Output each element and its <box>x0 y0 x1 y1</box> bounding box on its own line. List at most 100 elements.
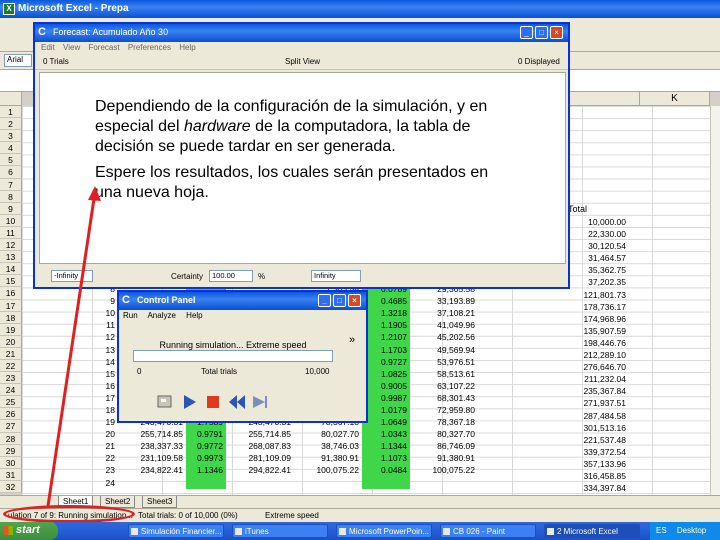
table-cell[interactable]: 255,714.85 <box>226 428 294 440</box>
certainty-field[interactable]: 100.00 <box>209 270 253 282</box>
column-header-j[interactable] <box>570 92 640 106</box>
total-cell[interactable]: 198,446.76 <box>566 337 626 349</box>
table-cell[interactable]: 21 <box>92 440 118 452</box>
control-panel-title-bar[interactable]: C Control Panel _ □ × <box>119 292 366 310</box>
table-cell[interactable]: 294,822.41 <box>226 464 294 476</box>
row-header[interactable]: 22 <box>0 359 22 373</box>
row-header[interactable]: 10 <box>0 214 22 227</box>
table-cell[interactable]: 234,822.41 <box>118 464 186 476</box>
table-cell[interactable]: 91,380.91 <box>294 452 362 464</box>
total-cell[interactable]: 10,000.00 <box>566 216 626 228</box>
table-cell[interactable] <box>478 343 542 355</box>
close-icon[interactable]: × <box>348 294 361 307</box>
table-cell[interactable] <box>478 404 542 416</box>
cp-menu-run[interactable]: Run <box>123 311 138 320</box>
row-header[interactable]: 12 <box>0 239 22 252</box>
stop-icon[interactable] <box>203 392 223 412</box>
table-cell[interactable]: 72,959.80 <box>410 404 478 416</box>
maximize-icon[interactable]: □ <box>333 294 346 307</box>
table-cell[interactable]: 0.9727 <box>362 355 410 368</box>
table-cell[interactable] <box>478 380 542 392</box>
forecast-menu-forecast[interactable]: Forecast <box>88 43 119 52</box>
column-header-k[interactable]: K <box>640 92 710 106</box>
font-name-select[interactable]: Arial <box>4 54 32 67</box>
taskbar-item[interactable]: Microsoft PowerPoin... <box>336 524 432 538</box>
total-cell[interactable]: 334,397.84 <box>566 482 626 494</box>
row-header[interactable]: 17 <box>0 299 22 312</box>
table-cell[interactable] <box>410 477 478 489</box>
table-cell[interactable]: 1.0649 <box>362 416 410 429</box>
taskbar-item[interactable]: CB 026 - Paint <box>440 524 536 538</box>
table-cell[interactable]: 80,027.70 <box>294 428 362 440</box>
total-cell[interactable]: 37,202.35 <box>566 276 626 288</box>
total-cell[interactable]: 135,907.59 <box>566 325 626 337</box>
table-cell[interactable] <box>294 477 362 489</box>
row-header[interactable]: 5 <box>0 154 22 167</box>
table-cell[interactable]: 100,075.22 <box>410 464 478 476</box>
row-header[interactable]: 24 <box>0 384 22 397</box>
total-cell[interactable]: 30,120.54 <box>566 240 626 252</box>
forecast-menu-edit[interactable]: Edit <box>41 43 55 52</box>
table-cell[interactable] <box>478 477 542 489</box>
table-cell[interactable]: 19 <box>92 416 118 428</box>
total-cell[interactable]: 316,458.85 <box>566 470 626 482</box>
table-cell[interactable]: 12 <box>92 331 118 343</box>
table-cell[interactable] <box>478 392 542 404</box>
step-back-icon[interactable] <box>227 392 247 412</box>
table-cell[interactable] <box>478 464 542 476</box>
total-cell[interactable]: 276,646.70 <box>566 361 626 373</box>
table-cell[interactable] <box>118 477 186 489</box>
row-header[interactable]: 19 <box>0 323 22 336</box>
language-indicator[interactable]: ES <box>656 526 667 535</box>
forecast-menu-preferences[interactable]: Preferences <box>128 43 171 52</box>
table-cell[interactable]: 1.3218 <box>362 307 410 320</box>
table-cell[interactable] <box>478 452 542 464</box>
table-cell[interactable]: 49,569.94 <box>410 343 478 355</box>
upper-bound-field[interactable]: Infinity <box>311 270 361 282</box>
total-cell[interactable]: 221,537.48 <box>566 434 626 446</box>
row-header[interactable]: 20 <box>0 335 22 348</box>
table-cell[interactable]: 100,075.22 <box>294 464 362 476</box>
table-cell[interactable]: 68,301.43 <box>410 392 478 404</box>
table-cell[interactable]: 11 <box>92 319 118 331</box>
taskbar-item[interactable]: Simulación Financier... <box>128 524 224 538</box>
total-cell[interactable]: 287,484.58 <box>566 410 626 422</box>
close-icon[interactable]: × <box>550 26 563 39</box>
total-cell[interactable]: 235,367.84 <box>566 385 626 397</box>
row-header[interactable]: 4 <box>0 142 22 155</box>
row-header[interactable]: 15 <box>0 275 22 288</box>
table-cell[interactable]: 0.9987 <box>362 391 410 404</box>
table-cell[interactable] <box>478 356 542 368</box>
table-cell[interactable]: 0.9791 <box>186 428 226 441</box>
table-cell[interactable]: 1.0825 <box>362 367 410 380</box>
table-cell[interactable] <box>478 331 542 343</box>
table-cell[interactable]: 91,380.91 <box>410 452 478 464</box>
row-header[interactable]: 14 <box>0 263 22 276</box>
table-cell[interactable] <box>478 428 542 440</box>
taskbar-item[interactable]: iTunes <box>232 524 328 538</box>
cp-menu-help[interactable]: Help <box>186 311 202 320</box>
table-cell[interactable] <box>186 476 226 489</box>
select-all-corner[interactable] <box>0 92 22 106</box>
row-header[interactable]: 11 <box>0 226 22 240</box>
total-cell[interactable]: 357,133.96 <box>566 458 626 470</box>
lower-bound-field[interactable]: -Infinity <box>51 270 93 282</box>
table-cell[interactable]: 13 <box>92 343 118 355</box>
table-cell[interactable]: 37,108.21 <box>410 307 478 319</box>
row-header[interactable]: 25 <box>0 396 22 409</box>
table-cell[interactable]: 58,513.61 <box>410 368 478 380</box>
table-cell[interactable]: 53,976.51 <box>410 356 478 368</box>
table-cell[interactable]: 23 <box>92 464 118 476</box>
forecast-menu-help[interactable]: Help <box>179 43 195 52</box>
table-cell[interactable]: 15 <box>92 368 118 380</box>
row-header[interactable]: 6 <box>0 166 22 179</box>
total-cell[interactable]: 211,232.04 <box>566 373 626 385</box>
total-cell[interactable]: 339,372.54 <box>566 446 626 458</box>
table-cell[interactable]: 0.4685 <box>362 295 410 308</box>
row-header[interactable]: 26 <box>0 408 22 421</box>
reset-icon[interactable] <box>155 392 175 412</box>
row-header[interactable]: 27 <box>0 420 22 433</box>
total-cell[interactable]: 31,464.57 <box>566 252 626 264</box>
total-cell[interactable]: 121,801.73 <box>566 289 626 301</box>
table-cell[interactable]: 1.0343 <box>362 428 410 441</box>
